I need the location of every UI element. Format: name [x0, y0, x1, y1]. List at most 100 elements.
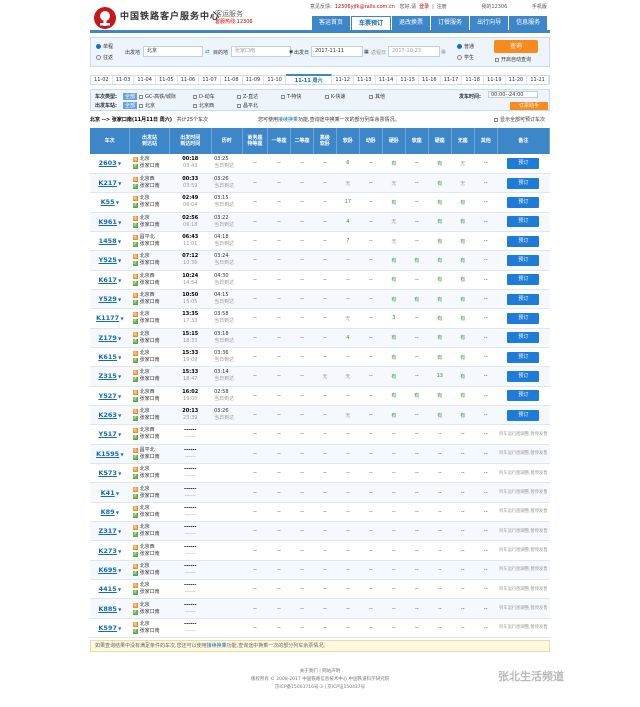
book-button[interactable]: 预订	[507, 390, 540, 402]
date-tab[interactable]: 11-07	[199, 76, 221, 84]
book-button[interactable]: 预订	[507, 216, 540, 228]
to-station[interactable]: 张家口南	[140, 376, 160, 382]
depart-time-select[interactable]: 00:00--24:00	[488, 91, 538, 98]
book-button[interactable]: 预订	[507, 235, 540, 247]
from-station[interactable]: 北京	[140, 505, 150, 511]
chevron-down-icon[interactable]: ▼	[117, 336, 121, 341]
oneway-radio[interactable]: 单程	[96, 43, 113, 50]
return-date-input[interactable]: 2017-10-23	[388, 46, 440, 57]
to-station[interactable]: 张家口南	[140, 260, 160, 266]
train-number-link[interactable]: K1177	[96, 314, 119, 322]
to-station[interactable]: 张家口南	[140, 531, 160, 537]
auto-query-checkbox[interactable]: 开启自动查询	[495, 56, 531, 63]
chevron-down-icon[interactable]: ▼	[115, 491, 119, 496]
chevron-down-icon[interactable]: ▼	[117, 626, 121, 631]
to-station[interactable]: 张家口南	[140, 241, 160, 247]
to-station[interactable]: 张家口南	[140, 628, 160, 634]
chevron-down-icon[interactable]: ▼	[117, 181, 121, 186]
chevron-down-icon[interactable]: ▼	[115, 510, 119, 515]
book-button[interactable]: 预订	[507, 254, 540, 266]
book-button[interactable]: 预订	[507, 409, 540, 421]
to-station[interactable]: 张家口南	[140, 202, 160, 208]
book-button[interactable]: 预订	[507, 177, 540, 189]
from-station[interactable]: 北京	[140, 350, 150, 356]
show-all-checkbox[interactable]: 显示全部可预订车次	[494, 116, 545, 125]
swap-icon[interactable]: ⇄	[205, 49, 209, 55]
to-station[interactable]: 张家口南	[140, 183, 160, 189]
nav-meal[interactable]: 订餐服务	[431, 16, 470, 30]
train-number-link[interactable]: K217	[98, 179, 117, 187]
to-station[interactable]: 张家口南	[140, 415, 160, 421]
from-input[interactable]: 北京	[143, 46, 203, 57]
date-tab[interactable]: 11-08	[221, 76, 243, 84]
nav-home[interactable]: 客运首页	[312, 16, 351, 30]
book-button[interactable]: 预订	[507, 274, 540, 286]
query-button[interactable]: 查询	[494, 40, 538, 53]
transfer-link[interactable]: 接续换乘	[278, 117, 298, 123]
chevron-down-icon[interactable]: ▼	[117, 394, 121, 399]
to-station[interactable]: 张家口南	[140, 609, 160, 615]
chevron-down-icon[interactable]: ▼	[117, 549, 121, 554]
calendar-icon[interactable]: ▦	[364, 49, 369, 55]
date-tab[interactable]: 11-05	[156, 76, 178, 84]
to-station[interactable]: 张家口南	[140, 473, 160, 479]
chevron-down-icon[interactable]: ▼	[117, 568, 121, 573]
date-tab[interactable]: 11-03	[113, 76, 135, 84]
date-tab[interactable]: 11-19	[484, 76, 506, 84]
to-input[interactable]: 张家口南	[231, 46, 291, 57]
passenger-student-radio[interactable]: 学生	[457, 54, 474, 61]
from-station[interactable]: 北京	[140, 582, 150, 588]
date-tab[interactable]: 11-12	[332, 76, 355, 84]
from-station[interactable]: 昌平北	[140, 234, 155, 240]
date-tab[interactable]: 11-11 周六	[285, 74, 333, 84]
from-station[interactable]: 北京	[140, 563, 150, 569]
booking-assistant-button[interactable]: 订票助手	[510, 102, 548, 110]
chevron-down-icon[interactable]: ▼	[117, 374, 121, 379]
train-number-link[interactable]: K55	[101, 198, 115, 206]
my12306-link[interactable]: 我的12306	[481, 4, 507, 10]
to-station[interactable]: 张家口南	[140, 493, 160, 499]
train-number-link[interactable]: K573	[98, 469, 117, 477]
depart-date-input[interactable]: 2017-11-11	[311, 46, 363, 57]
chevron-down-icon[interactable]: ▼	[117, 587, 121, 592]
nav-info[interactable]: 信息服务	[509, 16, 548, 30]
station-changpingbei-checkbox[interactable]: 昌平北	[237, 102, 258, 109]
roundtrip-radio[interactable]: 往返	[96, 54, 113, 61]
from-station[interactable]: 北京西	[140, 389, 155, 395]
to-station[interactable]: 张家口南	[140, 357, 160, 363]
to-station[interactable]: 张家口南	[140, 163, 160, 169]
train-number-link[interactable]: K273	[98, 547, 117, 555]
chevron-down-icon[interactable]: ▼	[117, 239, 121, 244]
from-station[interactable]: 北京西	[140, 544, 155, 550]
to-station[interactable]: 张家口南	[140, 512, 160, 518]
train-number-link[interactable]: K263	[98, 411, 117, 419]
from-station[interactable]: 北京	[140, 253, 150, 259]
train-number-link[interactable]: Z179	[99, 334, 117, 342]
date-tab[interactable]: 11-02	[91, 76, 113, 84]
to-station[interactable]: 张家口南	[140, 589, 160, 595]
to-station[interactable]: 张家口南	[140, 454, 160, 460]
from-station[interactable]: 北京西	[140, 176, 155, 182]
chevron-down-icon[interactable]: ▼	[117, 355, 121, 360]
chevron-down-icon[interactable]: ▼	[117, 278, 121, 283]
train-number-link[interactable]: K615	[98, 353, 117, 361]
chevron-down-icon[interactable]: ▼	[119, 316, 123, 321]
type-gc-checkbox[interactable]: GC-高铁/城际	[139, 93, 176, 100]
date-tab[interactable]: 11-16	[419, 76, 441, 84]
chevron-down-icon[interactable]: ▼	[117, 161, 121, 166]
from-station[interactable]: 北京	[140, 311, 150, 317]
footnote-transfer-link[interactable]: 接续换乘	[207, 643, 227, 649]
type-t-checkbox[interactable]: T-特快	[281, 93, 301, 100]
from-station[interactable]: 北京西	[140, 427, 155, 433]
return-calendar-icon[interactable]: ▦	[441, 49, 446, 55]
nav-guide[interactable]: 出行向导	[470, 16, 509, 30]
date-tab[interactable]: 11-04	[134, 76, 156, 84]
train-number-link[interactable]: 4415	[99, 585, 117, 593]
station-all-toggle[interactable]: 全部	[123, 102, 138, 109]
train-number-link[interactable]: 2603	[99, 159, 117, 167]
to-station[interactable]: 张家口南	[140, 222, 160, 228]
date-tab[interactable]: 11-21	[527, 76, 549, 84]
train-number-link[interactable]: K961	[98, 218, 117, 226]
type-all-toggle[interactable]: 全部	[123, 93, 138, 100]
passenger-normal-radio[interactable]: 普通	[457, 43, 474, 50]
